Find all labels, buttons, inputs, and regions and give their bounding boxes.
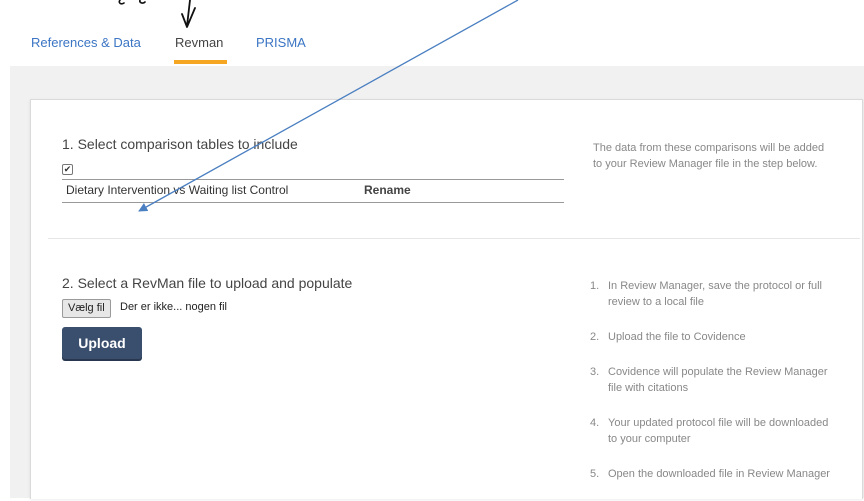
step-number: 5. [590,468,600,480]
table-border-bottom [62,202,564,203]
step-item: 5. Open the downloaded file in Review Man… [590,466,840,482]
section-1-help-text: The data from these comparisons will be … [593,142,825,170]
step-text: In Review Manager, save the protocol or … [608,280,823,308]
file-status-text: Der er ikke... nogen fil [120,301,227,313]
comparison-name: Dietary Intervention vs Waiting list Con… [66,183,289,197]
section-1-title: 1. Select comparison tables to include [62,136,298,152]
table-border-top [62,179,564,180]
instruction-steps: 1. In Review Manager, save the protocol o… [590,278,840,501]
step-item: 1. In Review Manager, save the protocol o… [590,278,840,310]
step-number: 1. [590,280,600,292]
step-number: 4. [590,417,600,429]
choose-file-button[interactable]: Vælg fil [62,299,111,318]
tab-references-data[interactable]: References & Data [31,35,141,50]
comparison-checkbox[interactable]: ✔ [62,164,73,175]
step-item: 4. Your updated protocol file will be dow… [590,415,840,447]
section-2-title: 2. Select a RevMan file to upload and po… [62,275,353,291]
step-text: Open the downloaded file in Review Manag… [608,468,830,480]
rename-link[interactable]: Rename [364,183,411,197]
tab-bar: References & Data Revman PRISMA [0,0,864,66]
step-item: 3. Covidence will populate the Review Man… [590,364,840,396]
step-number: 3. [590,366,600,378]
tab-prisma[interactable]: PRISMA [256,35,306,50]
step-text: Your updated protocol file will be downl… [608,417,829,445]
active-tab-indicator [174,60,227,64]
step-number: 2. [590,331,600,343]
step-text: Covidence will populate the Review Manag… [608,366,828,394]
step-text: Upload the file to Covidence [608,331,746,343]
tab-revman[interactable]: Revman [175,35,223,50]
checkmark-icon: ✔ [63,164,72,174]
section-divider [48,238,860,239]
upload-button[interactable]: Upload [62,327,142,359]
step-item: 2. Upload the file to Covidence [590,329,840,345]
